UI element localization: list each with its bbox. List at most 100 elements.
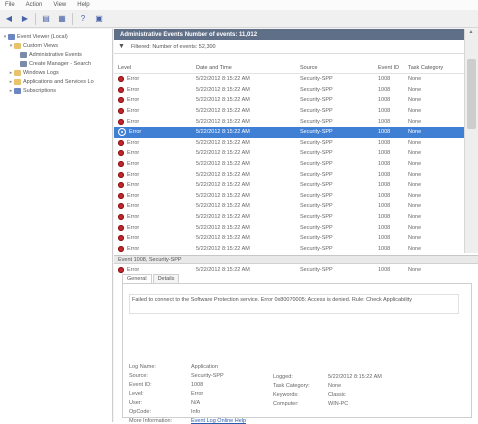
vertical-scrollbar[interactable]: ▲ — [464, 29, 478, 253]
category-cell: None — [408, 171, 422, 178]
property-value: Error — [191, 391, 204, 397]
table-row[interactable]: Error 5/22/2012 8:15:22 AM Security-SPP 100… — [114, 126, 464, 138]
tree-item[interactable]: ▸ Subscriptions — [0, 86, 112, 95]
error-icon — [118, 150, 124, 157]
forward-icon[interactable]: ▶ — [19, 13, 31, 25]
event-id-cell: 1008 — [378, 203, 391, 210]
tree-item[interactable]: Administrative Events — [0, 50, 112, 59]
table-row[interactable]: Error 5/22/2012 8:15:22 AM Security-SPP 100… — [114, 106, 464, 117]
table-row[interactable]: Error 5/22/2012 8:15:22 AM Security-SPP 100… — [114, 95, 464, 106]
filter-bar: ▼ Filtered: Number of events: 52,300 — [114, 40, 464, 54]
source-cell: Security-SPP — [300, 129, 333, 136]
tree-item[interactable]: ▸ Applications and Services Lo — [0, 77, 112, 86]
table-row[interactable]: Error 5/22/2012 8:15:22 AM Security-SPP 100… — [114, 233, 464, 244]
error-icon — [118, 214, 124, 221]
level-cell: Error — [118, 214, 188, 221]
table-row[interactable]: Error 5/22/2012 8:15:22 AM Security-SPP 100… — [114, 180, 464, 191]
table-row[interactable]: Error 5/22/2012 8:15:22 AM Security-SPP 100… — [114, 74, 464, 85]
help-icon[interactable]: ? — [77, 13, 89, 25]
back-icon[interactable]: ◀ — [3, 13, 15, 25]
property-value[interactable]: Event Log Online Help — [191, 418, 246, 424]
datetime-cell: 5/22/2012 8:15:22 AM — [196, 203, 250, 210]
scroll-up-icon[interactable]: ▲ — [465, 29, 477, 37]
table-row[interactable]: Error 5/22/2012 8:15:22 AM Security-SPP 100… — [114, 191, 464, 202]
datetime-cell: 5/22/2012 8:15:22 AM — [196, 192, 250, 199]
up-folder-icon[interactable]: ▤ — [40, 13, 52, 25]
tab-details[interactable]: Details — [152, 274, 180, 283]
property-label: Log Name: — [129, 364, 156, 370]
show-hide-tree-icon[interactable]: ▦ — [56, 13, 68, 25]
error-icon — [118, 76, 124, 83]
tree-item-label: Applications and Services Lo — [23, 78, 94, 85]
tree-item[interactable]: Create Manager - Search — [0, 59, 112, 68]
source-cell: Security-SPP — [300, 118, 333, 125]
toolbar: ◀ ▶ ▤ ▦ ? ▣ — [0, 10, 478, 28]
table-row[interactable]: Error 5/22/2012 8:15:22 AM Security-SPP 100… — [114, 201, 464, 212]
property-label: Logged: — [273, 374, 293, 380]
folder-icon — [14, 42, 21, 49]
scroll-thumb[interactable] — [467, 59, 476, 129]
category-cell: None — [408, 245, 422, 252]
event-details-header: Event 1008, Security-SPP — [114, 255, 478, 264]
toolbar-separator — [35, 12, 36, 25]
table-row[interactable]: Error 5/22/2012 8:15:22 AM Security-SPP 100… — [114, 222, 464, 233]
tree-item[interactable]: ▾ Event Viewer (Local) — [0, 32, 112, 41]
menu-action[interactable]: Action — [26, 2, 43, 8]
properties-icon[interactable]: ▣ — [93, 13, 105, 25]
source-cell: Security-SPP — [300, 235, 333, 242]
error-icon — [118, 108, 124, 115]
table-row[interactable]: Error 5/22/2012 8:15:22 AM Security-SPP 100… — [114, 244, 464, 255]
source-cell: Security-SPP — [300, 171, 333, 178]
event-id-cell: 1008 — [378, 86, 391, 93]
menu-view[interactable]: View — [53, 2, 66, 8]
category-cell: None — [408, 214, 422, 221]
level-cell: Error — [118, 128, 188, 137]
filter-icon — [20, 51, 27, 58]
category-cell: None — [408, 139, 422, 146]
source-cell: Security-SPP — [300, 266, 333, 273]
table-row[interactable]: Error 5/22/2012 8:15:22 AM Security-SPP 100… — [114, 138, 464, 149]
event-id-cell: 1008 — [378, 97, 391, 104]
table-row[interactable]: Error 5/22/2012 8:15:22 AM Security-SPP 100… — [114, 159, 464, 170]
tree-item[interactable]: ▸ Windows Logs — [0, 68, 112, 77]
table-row[interactable]: Error 5/22/2012 8:15:22 AM Security-SPP 100… — [114, 148, 464, 159]
category-cell: None — [408, 118, 422, 125]
category-cell: None — [408, 76, 422, 83]
menu-file[interactable]: File — [5, 2, 15, 8]
source-cell: Security-SPP — [300, 214, 333, 221]
level-text: Error — [127, 192, 140, 199]
table-row[interactable]: Error 5/22/2012 8:15:22 AM Security-SPP 100… — [114, 85, 464, 96]
event-viewer-window: File Action View Help ◀ ▶ ▤ ▦ ? ▣ ▾ Event… — [0, 0, 478, 424]
column-header-task-category[interactable]: Task Category — [408, 65, 464, 71]
table-row[interactable]: Error 5/22/2012 8:15:22 AM Security-SPP 100… — [114, 212, 464, 223]
source-cell: Security-SPP — [300, 161, 333, 168]
tab-general[interactable]: General — [122, 274, 152, 283]
tree-item[interactable]: ▾ Custom Views — [0, 41, 112, 50]
column-header-level[interactable]: Level — [118, 65, 188, 71]
table-row[interactable]: Error 5/22/2012 8:15:22 AM Security-SPP 100… — [114, 116, 464, 127]
tree-item-label: Subscriptions — [23, 87, 57, 94]
level-cell: Error — [118, 161, 188, 168]
column-header-event-id[interactable]: Event ID — [378, 65, 402, 71]
datetime-cell: 5/22/2012 8:15:22 AM — [196, 224, 250, 231]
source-cell: Security-SPP — [300, 97, 333, 104]
level-cell: Error — [118, 97, 188, 104]
column-header-source[interactable]: Source — [300, 65, 376, 71]
source-cell: Security-SPP — [300, 182, 333, 189]
category-cell: None — [408, 108, 422, 115]
tree-item-label: Create Manager - Search — [29, 60, 92, 67]
table-row[interactable]: Error 5/22/2012 8:15:22 AM Security-SPP 100… — [114, 169, 464, 180]
level-cell: Error — [118, 266, 188, 273]
event-id-cell: 1008 — [378, 266, 391, 273]
error-icon — [118, 245, 124, 252]
property-label: OpCode: — [129, 409, 152, 415]
level-text: Error — [127, 245, 140, 252]
level-cell: Error — [118, 86, 188, 93]
datetime-cell: 5/22/2012 8:15:22 AM — [196, 97, 250, 104]
property-value: None — [328, 383, 342, 389]
filter-text: Filtered: Number of events: 52,300 — [130, 43, 216, 50]
menu-help[interactable]: Help — [77, 2, 89, 8]
column-header-datetime[interactable]: Date and Time — [196, 65, 296, 71]
property-label: More Information: — [129, 418, 173, 424]
category-cell: None — [408, 129, 422, 136]
